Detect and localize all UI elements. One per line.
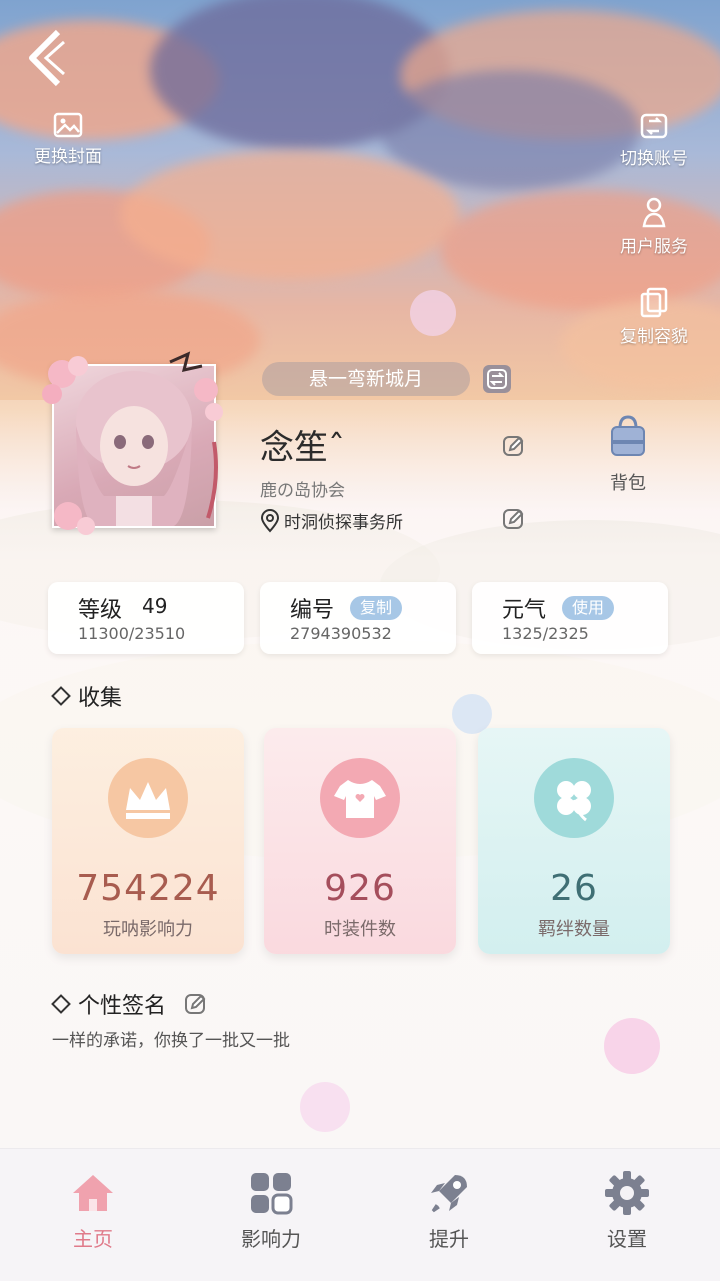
- crown-icon: [108, 758, 188, 838]
- copy-id-button[interactable]: 复制: [350, 596, 403, 620]
- change-cover-label: 更换封面: [34, 147, 102, 167]
- nav-boost[interactable]: 提升: [394, 1169, 504, 1252]
- energy-value: 1325/2325: [502, 624, 589, 643]
- user-service-label: 用户服务: [620, 237, 688, 257]
- grid-icon: [251, 1173, 293, 1215]
- collection-title: 收集: [78, 686, 123, 711]
- shirt-icon: [320, 758, 400, 838]
- location-pin-icon: [260, 508, 280, 533]
- outfits-card[interactable]: 926 时装件数: [264, 728, 456, 954]
- user-icon: [642, 197, 666, 228]
- copy-look-button[interactable]: 复制容貌: [612, 286, 696, 347]
- title-switch-button[interactable]: [483, 365, 511, 393]
- bottom-nav: 主页 影响力 提升 设置: [0, 1148, 720, 1281]
- level-value: 49: [142, 594, 168, 618]
- energy-card: 元气 使用 1325/2325: [472, 582, 668, 654]
- level-label: 等级: [78, 598, 123, 623]
- player-name: 念笙ˆ: [260, 428, 345, 468]
- switch-account-button[interactable]: 切换账号: [612, 112, 696, 169]
- bonds-card[interactable]: 26 羁绊数量: [478, 728, 670, 954]
- energy-label: 元气: [502, 598, 547, 623]
- diamond-icon: [51, 686, 71, 706]
- swap-icon: [487, 369, 507, 389]
- title-badge[interactable]: 悬一弯新城月: [262, 362, 470, 396]
- switch-icon: [640, 113, 668, 139]
- edit-location-button[interactable]: [502, 507, 526, 531]
- outfits-caption: 时装件数: [324, 919, 396, 940]
- bonds-value: 26: [550, 868, 598, 909]
- clover-icon: [534, 758, 614, 838]
- bag-label: 背包: [610, 473, 646, 494]
- copy-icon: [640, 287, 668, 318]
- level-progress: 11300/23510: [78, 624, 186, 643]
- level-card: 等级 49 11300/23510: [48, 582, 244, 654]
- outfits-value: 926: [324, 868, 396, 909]
- signature-title: 个性签名: [78, 994, 167, 1019]
- nav-influence-label: 影响力: [241, 1227, 301, 1251]
- nav-influence[interactable]: 影响力: [216, 1169, 326, 1252]
- avatar[interactable]: [38, 350, 228, 535]
- gear-icon: [605, 1171, 649, 1215]
- influence-caption: 玩呐影响力: [103, 919, 193, 940]
- flower-frame-icon: [42, 351, 223, 535]
- id-label: 编号: [290, 598, 335, 623]
- use-energy-button[interactable]: 使用: [562, 596, 615, 620]
- edit-icon: [503, 436, 524, 456]
- id-value: 2794390532: [290, 624, 392, 643]
- nav-boost-label: 提升: [429, 1227, 469, 1251]
- nav-home[interactable]: 主页: [38, 1169, 148, 1252]
- collection-header: 收集: [51, 680, 123, 712]
- bonds-caption: 羁绊数量: [538, 919, 610, 940]
- copy-look-label: 复制容貌: [620, 327, 688, 347]
- location-label: 时洞侦探事务所: [284, 513, 403, 533]
- user-service-button[interactable]: 用户服务: [612, 196, 696, 257]
- change-cover-button[interactable]: 更换封面: [28, 112, 108, 167]
- rocket-icon: [431, 1175, 467, 1213]
- nav-home-label: 主页: [73, 1227, 113, 1251]
- id-card: 编号 复制 2794390532: [260, 582, 456, 654]
- edit-signature-button[interactable]: [184, 992, 208, 1016]
- diamond-icon: [51, 994, 71, 1014]
- bag-icon: [611, 415, 645, 456]
- chevron-left-icon: [29, 29, 65, 87]
- location-row: 时洞侦探事务所: [260, 508, 403, 533]
- influence-card[interactable]: 754224 玩呐影响力: [52, 728, 244, 954]
- edit-icon: [185, 994, 206, 1014]
- signature-header: 个性签名: [51, 988, 208, 1020]
- image-icon: [53, 112, 83, 138]
- nav-settings-label: 设置: [607, 1227, 647, 1251]
- home-icon: [73, 1175, 113, 1211]
- influence-value: 754224: [76, 868, 220, 909]
- nav-settings[interactable]: 设置: [572, 1169, 682, 1252]
- signature-text: 一样的承诺，你换了一批又一批: [52, 1031, 290, 1051]
- club-name: 鹿の岛协会: [260, 481, 345, 501]
- switch-account-label: 切换账号: [620, 149, 688, 169]
- back-button[interactable]: [24, 28, 68, 88]
- edit-icon: [503, 509, 524, 529]
- bag-button[interactable]: 背包: [600, 414, 656, 495]
- edit-name-button[interactable]: [502, 434, 526, 458]
